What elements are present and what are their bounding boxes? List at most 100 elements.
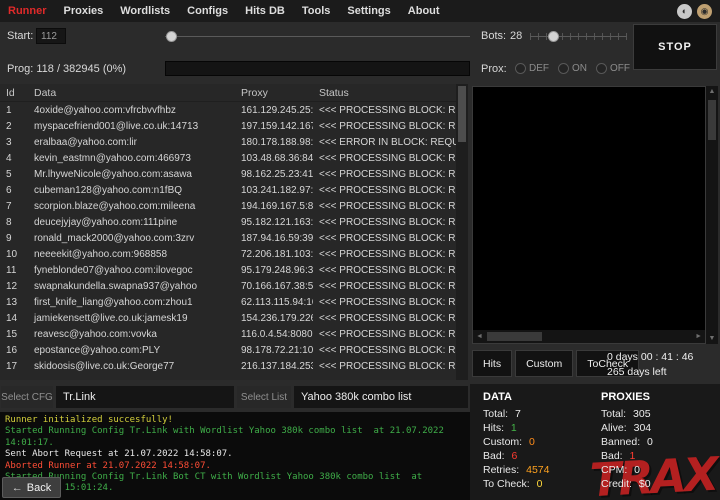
stat-value: 1: [630, 450, 636, 462]
select-list-button[interactable]: Select List: [237, 386, 291, 408]
log-line: Started Running Config Tr.Link Bot CT wi…: [5, 472, 465, 495]
cell-status: <<< PROCESSING BLOCK: REQ: [313, 153, 456, 164]
cell-status: <<< PROCESSING BLOCK: REQ: [313, 201, 456, 212]
cell-data: jamiekensett@live.co.uk:jamesk19: [28, 313, 235, 324]
progress-bar: [165, 61, 470, 76]
results-table: Id Data Proxy Status 1 4oxide@yahoo.com:…: [0, 84, 456, 380]
prox-option-on[interactable]: ON: [558, 63, 587, 74]
log-line: Runner initialized succesfully!: [5, 415, 465, 426]
bots-slider[interactable]: [530, 30, 627, 43]
cell-proxy: 98.178.72.21:10919: [235, 345, 313, 356]
stat-value: 304: [634, 422, 652, 434]
cell-proxy: 95.179.248.96:3128: [235, 265, 313, 276]
table-row[interactable]: 8 deucejyjay@yahoo.com:111pine 95.182.12…: [0, 214, 456, 230]
menu-item-proxies[interactable]: Proxies: [64, 5, 104, 17]
vscrollbar-thumb[interactable]: [708, 100, 716, 140]
stat-label: Bad:: [601, 450, 623, 462]
runtime-timer: 0 days 00 : 41 : 46: [607, 351, 693, 363]
menu-item-runner[interactable]: Runner: [8, 5, 47, 17]
wordlist-name-input[interactable]: [294, 386, 468, 408]
cell-status: <<< PROCESSING BLOCK: REQ: [313, 265, 456, 276]
menu-item-about[interactable]: About: [408, 5, 440, 17]
table-row[interactable]: 12 swapnakundella.swapna937@yahoo 70.166…: [0, 278, 456, 294]
cell-data: ronald_mack2000@yahoo.com:3zrv: [28, 233, 235, 244]
back-button[interactable]: ← Back: [2, 477, 61, 498]
radio-icon: [515, 63, 526, 74]
config-name-input[interactable]: [56, 386, 234, 408]
table-scrollbar[interactable]: [456, 84, 468, 380]
cell-proxy: 180.178.188.98:8080: [235, 137, 313, 148]
table-row[interactable]: 1 4oxide@yahoo.com:vfrcbvvfhbz 161.129.2…: [0, 102, 456, 118]
prox-option-off-label: OFF: [610, 63, 630, 74]
table-row[interactable]: 17 skidoosis@live.co.uk:George77 216.137…: [0, 358, 456, 374]
start-input[interactable]: [36, 28, 66, 44]
menu-item-wordlists[interactable]: Wordlists: [120, 5, 170, 17]
cell-proxy: 197.159.142.167:8008: [235, 121, 313, 132]
table-row[interactable]: 14 jamiekensett@live.co.uk:jamesk19 154.…: [0, 310, 456, 326]
stat-label: Banned:: [601, 436, 640, 448]
prox-option-off[interactable]: OFF: [596, 63, 630, 74]
scrollbar-thumb[interactable]: [458, 86, 466, 142]
column-header-id[interactable]: Id: [0, 87, 28, 99]
back-button-label: Back: [27, 482, 51, 494]
cell-proxy: 103.48.68.36:84: [235, 153, 313, 164]
slider-thumb[interactable]: [548, 31, 559, 42]
cell-status: <<< PROCESSING BLOCK: REQ: [313, 329, 456, 340]
start-slider[interactable]: [165, 30, 470, 43]
cell-data: scorpion.blaze@yahoo.com:mileena: [28, 201, 235, 212]
cell-data: kevin_eastmn@yahoo.com:466973: [28, 153, 235, 164]
column-header-status[interactable]: Status: [313, 87, 456, 99]
cell-proxy: 187.94.16.59:39665: [235, 233, 313, 244]
log-console: Runner initialized succesfully! Started …: [0, 412, 470, 500]
info-icon[interactable]: ◉: [697, 4, 712, 19]
menu-item-settings[interactable]: Settings: [347, 5, 390, 17]
cell-id: 5: [0, 169, 28, 180]
table-row[interactable]: 2 myspacefriend001@live.co.uk:14713 197.…: [0, 118, 456, 134]
cell-proxy: 72.206.181.103:4145: [235, 249, 313, 260]
hscrollbar-thumb[interactable]: [487, 332, 542, 341]
prox-option-def[interactable]: DEF: [515, 63, 549, 74]
stat-row: To Check: 0: [483, 477, 549, 491]
prox-option-def-label: DEF: [529, 63, 549, 74]
table-row[interactable]: 4 kevin_eastmn@yahoo.com:466973 103.48.6…: [0, 150, 456, 166]
scroll-left-icon[interactable]: ◄: [476, 333, 483, 340]
cell-status: <<< PROCESSING BLOCK: REQ: [313, 313, 456, 324]
theme-icon[interactable]: ◐: [677, 4, 692, 19]
table-row[interactable]: 5 Mr.lhyweNicole@yahoo.com:asawa 98.162.…: [0, 166, 456, 182]
slider-track: [165, 36, 470, 37]
bots-label: Bots:: [481, 30, 506, 42]
table-row[interactable]: 11 fyneblonde07@yahoo.com:ilovegoc 95.17…: [0, 262, 456, 278]
tab-custom[interactable]: Custom: [515, 350, 573, 377]
stop-button[interactable]: STOP: [633, 24, 717, 70]
table-row[interactable]: 9 ronald_mack2000@yahoo.com:3zrv 187.94.…: [0, 230, 456, 246]
stat-value: 1: [511, 422, 517, 434]
column-header-data[interactable]: Data: [28, 87, 235, 99]
table-row[interactable]: 15 reavesc@yahoo.com:vovka 116.0.4.54:80…: [0, 326, 456, 342]
table-row[interactable]: 13 first_knife_liang@yahoo.com:zhou1 62.…: [0, 294, 456, 310]
scroll-right-icon[interactable]: ►: [695, 333, 702, 340]
scroll-down-icon[interactable]: ▼: [709, 335, 716, 342]
menu-item-tools[interactable]: Tools: [302, 5, 331, 17]
cell-status: <<< PROCESSING BLOCK: REQ: [313, 217, 456, 228]
cell-status: <<< PROCESSING BLOCK: REQ: [313, 169, 456, 180]
stat-value: 0: [634, 464, 640, 476]
cell-id: 12: [0, 281, 28, 292]
table-row[interactable]: 16 epostance@yahoo.com:PLY 98.178.72.21:…: [0, 342, 456, 358]
radio-icon: [558, 63, 569, 74]
table-row[interactable]: 7 scorpion.blaze@yahoo.com:mileena 194.1…: [0, 198, 456, 214]
stat-row: CPM: 0: [601, 463, 653, 477]
table-row[interactable]: 6 cubeman128@yahoo.com:n1fBQ 103.241.182…: [0, 182, 456, 198]
stat-value: $0: [639, 478, 651, 490]
table-row[interactable]: 3 eralbaa@yahoo.com:lir 180.178.188.98:8…: [0, 134, 456, 150]
proxy-mode-radios: DEF ON OFF: [515, 61, 630, 76]
menu-item-configs[interactable]: Configs: [187, 5, 228, 17]
table-row[interactable]: 10 neeeekit@yahoo.com:968858 72.206.181.…: [0, 246, 456, 262]
tab-hits[interactable]: Hits: [472, 350, 512, 377]
scroll-up-icon[interactable]: ▲: [709, 88, 716, 95]
select-cfg-button[interactable]: Select CFG: [1, 386, 53, 408]
menu-item-hits-db[interactable]: Hits DB: [245, 5, 285, 17]
cell-id: 17: [0, 361, 28, 372]
table-body: 1 4oxide@yahoo.com:vfrcbvvfhbz 161.129.2…: [0, 102, 456, 374]
slider-thumb[interactable]: [166, 31, 177, 42]
column-header-proxy[interactable]: Proxy: [235, 87, 313, 99]
